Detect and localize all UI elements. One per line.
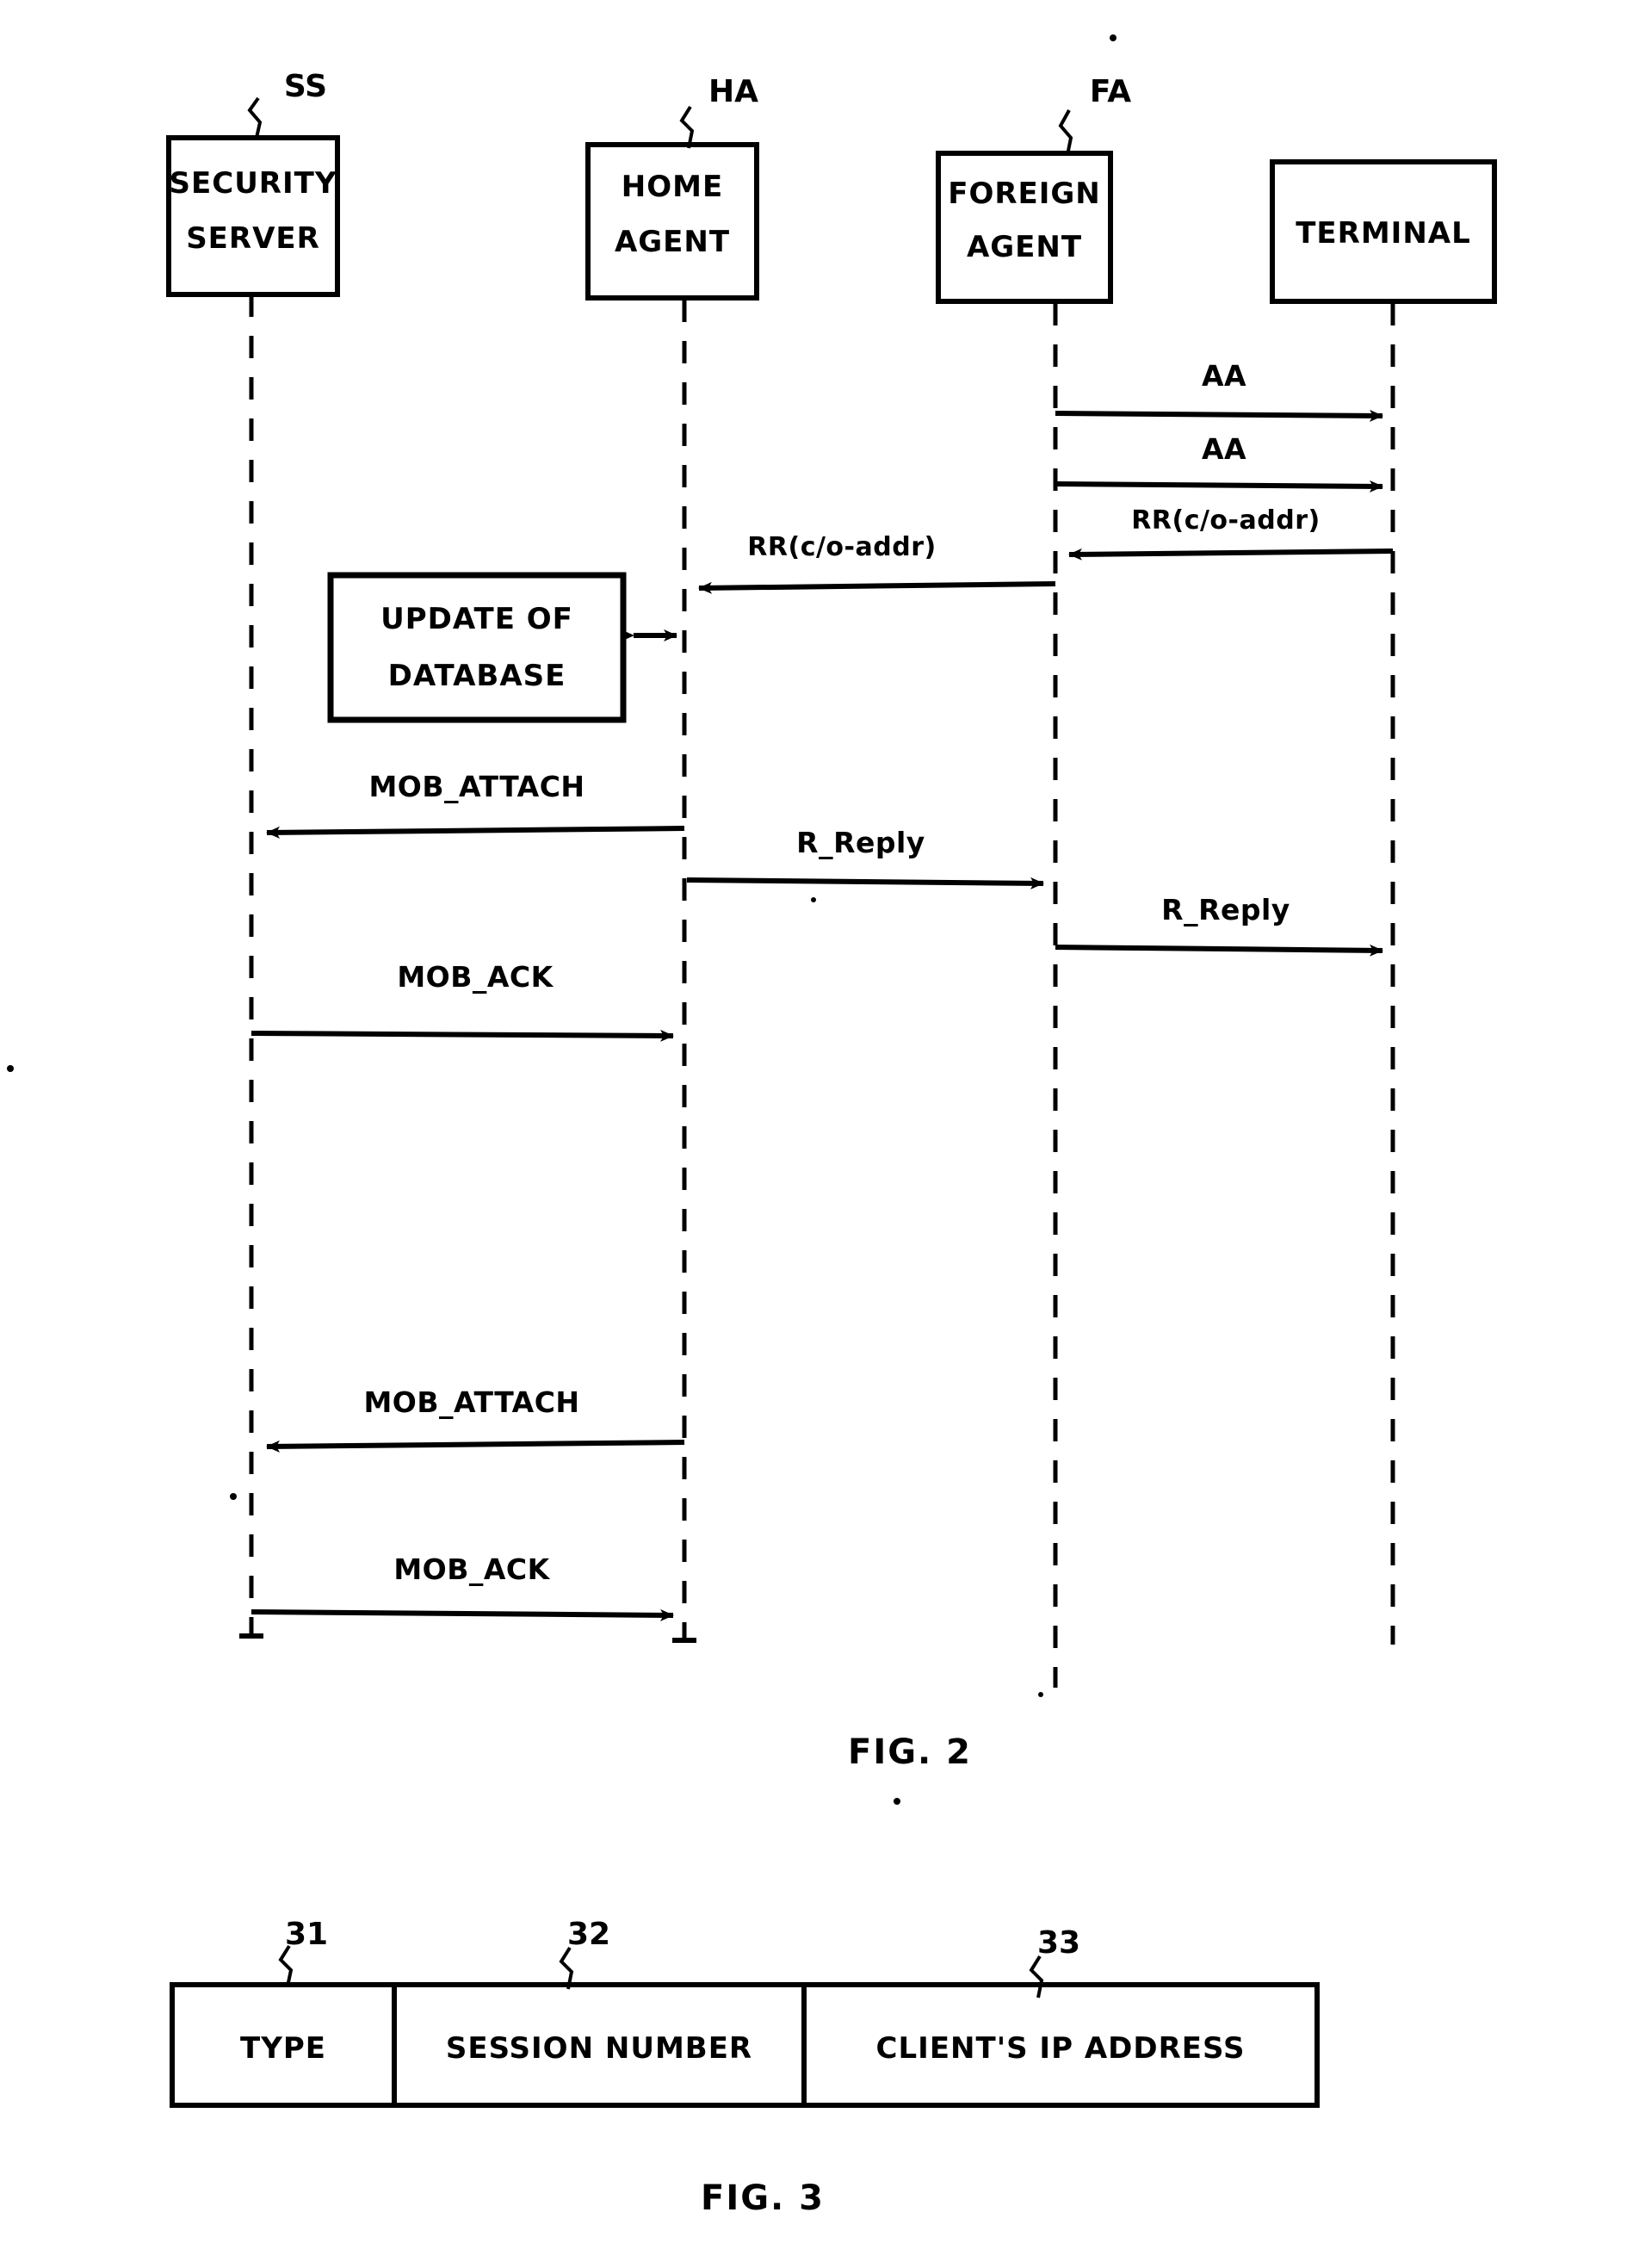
reference-numeral-32: 32 <box>567 1917 610 1952</box>
reference-leader-ss: SS <box>247 69 327 139</box>
scan-speck <box>894 1798 900 1805</box>
message-label-mob-attach-1: MOB_ATTACH <box>368 770 585 803</box>
reference-numeral-33: 33 <box>1037 1925 1080 1961</box>
message-r-reply-ha-fa: R_Reply <box>686 826 1044 889</box>
scan-speck <box>230 1493 237 1500</box>
action-box-update-of-database: UPDATE OF DATABASE <box>327 572 677 723</box>
message-label-mob-ack-1: MOB_ACK <box>397 960 554 994</box>
node-label-security-server-line2: SERVER <box>186 221 320 256</box>
action-box-label-line1: UPDATE OF <box>380 602 573 636</box>
message-mob-attach-2: MOB_ATTACH <box>266 1385 685 1453</box>
node-box-foreign-agent: FOREIGN AGENT <box>936 151 1113 304</box>
packet-field-label-type: TYPE <box>240 2031 326 2066</box>
reference-leader-31: 31 <box>278 1917 328 1987</box>
message-arrow-aa-2 <box>1055 480 1383 493</box>
message-aa-2: AA <box>1055 432 1383 493</box>
patent-figure-page: SECURITY SERVER SS HOME AGENT HA FOREIGN… <box>0 0 1633 2268</box>
reference-leader-32: 32 <box>559 1917 610 1990</box>
figure-canvas: SECURITY SERVER SS HOME AGENT HA FOREIGN… <box>7 34 1497 2218</box>
reference-numeral-31: 31 <box>285 1917 328 1952</box>
message-label-mob-ack-2: MOB_ACK <box>393 1552 550 1586</box>
message-arrow-rr-fa-ha <box>698 581 1056 594</box>
message-label-mob-attach-2: MOB_ATTACH <box>363 1385 579 1419</box>
packet-field-label-session-number: SESSION NUMBER <box>446 2031 752 2066</box>
node-box-security-server: SECURITY SERVER <box>166 135 340 297</box>
message-arrow-r-reply-fa-terminal <box>1055 944 1383 957</box>
scan-speck <box>1110 34 1117 41</box>
scan-speck <box>1038 1692 1043 1697</box>
figure-3-packet-format: TYPE SESSION NUMBER CLIENT'S IP ADDRESS … <box>170 1917 1320 2108</box>
packet-field-label-client-ip: CLIENT'S IP ADDRESS <box>876 2031 1246 2066</box>
node-box-terminal: TERMINAL <box>1270 159 1497 304</box>
action-box-label-line2: DATABASE <box>388 659 566 693</box>
reference-leader-fa: FA <box>1058 74 1131 156</box>
reference-numeral-ss: SS <box>284 69 327 104</box>
message-rr-fa-to-ha: RR(c/o-addr) <box>698 532 1056 594</box>
node-label-home-agent-line1: HOME <box>622 170 723 204</box>
message-arrow-mob-attach-1 <box>266 826 685 839</box>
message-mob-ack-1: MOB_ACK <box>251 960 674 1042</box>
node-label-home-agent-line2: AGENT <box>615 225 730 259</box>
message-mob-attach-1: MOB_ATTACH <box>266 770 685 839</box>
message-label-aa-2: AA <box>1202 432 1246 466</box>
reference-leader-ha: HA <box>679 74 758 149</box>
message-rr-terminal-to-fa: RR(c/o-addr) <box>1068 505 1394 561</box>
figure-2-caption: FIG. 2 <box>848 1732 972 1772</box>
scan-speck <box>7 1065 14 1072</box>
node-box-home-agent: HOME AGENT <box>585 142 759 301</box>
message-label-aa-1: AA <box>1202 359 1246 393</box>
reference-numeral-ha: HA <box>708 74 758 109</box>
message-aa-1: AA <box>1055 359 1383 422</box>
message-label-r-reply-fa-terminal: R_Reply <box>1161 893 1290 926</box>
message-mob-ack-2: MOB_ACK <box>251 1552 674 1621</box>
node-label-foreign-agent-line2: AGENT <box>967 230 1082 264</box>
message-arrow-rr-terminal-fa <box>1068 548 1394 561</box>
message-arrow-aa-1 <box>1055 409 1383 422</box>
message-arrow-mob-attach-2 <box>266 1440 685 1453</box>
node-label-foreign-agent-line1: FOREIGN <box>948 177 1101 211</box>
node-label-security-server-line1: SECURITY <box>170 166 337 201</box>
node-label-terminal: TERMINAL <box>1296 216 1471 251</box>
scan-speck <box>811 897 816 902</box>
figure-3-caption: FIG. 3 <box>701 2178 825 2218</box>
message-label-rr-terminal-fa: RR(c/o-addr) <box>1131 505 1320 536</box>
reference-numeral-fa: FA <box>1090 74 1131 109</box>
message-arrow-r-reply-ha-fa <box>686 877 1044 889</box>
message-arrow-mob-ack-1 <box>251 1029 674 1042</box>
message-label-r-reply-ha-fa: R_Reply <box>796 826 925 859</box>
message-label-rr-fa-ha: RR(c/o-addr) <box>747 532 936 562</box>
message-arrow-mob-ack-2 <box>251 1608 674 1621</box>
message-r-reply-fa-terminal: R_Reply <box>1055 893 1383 957</box>
